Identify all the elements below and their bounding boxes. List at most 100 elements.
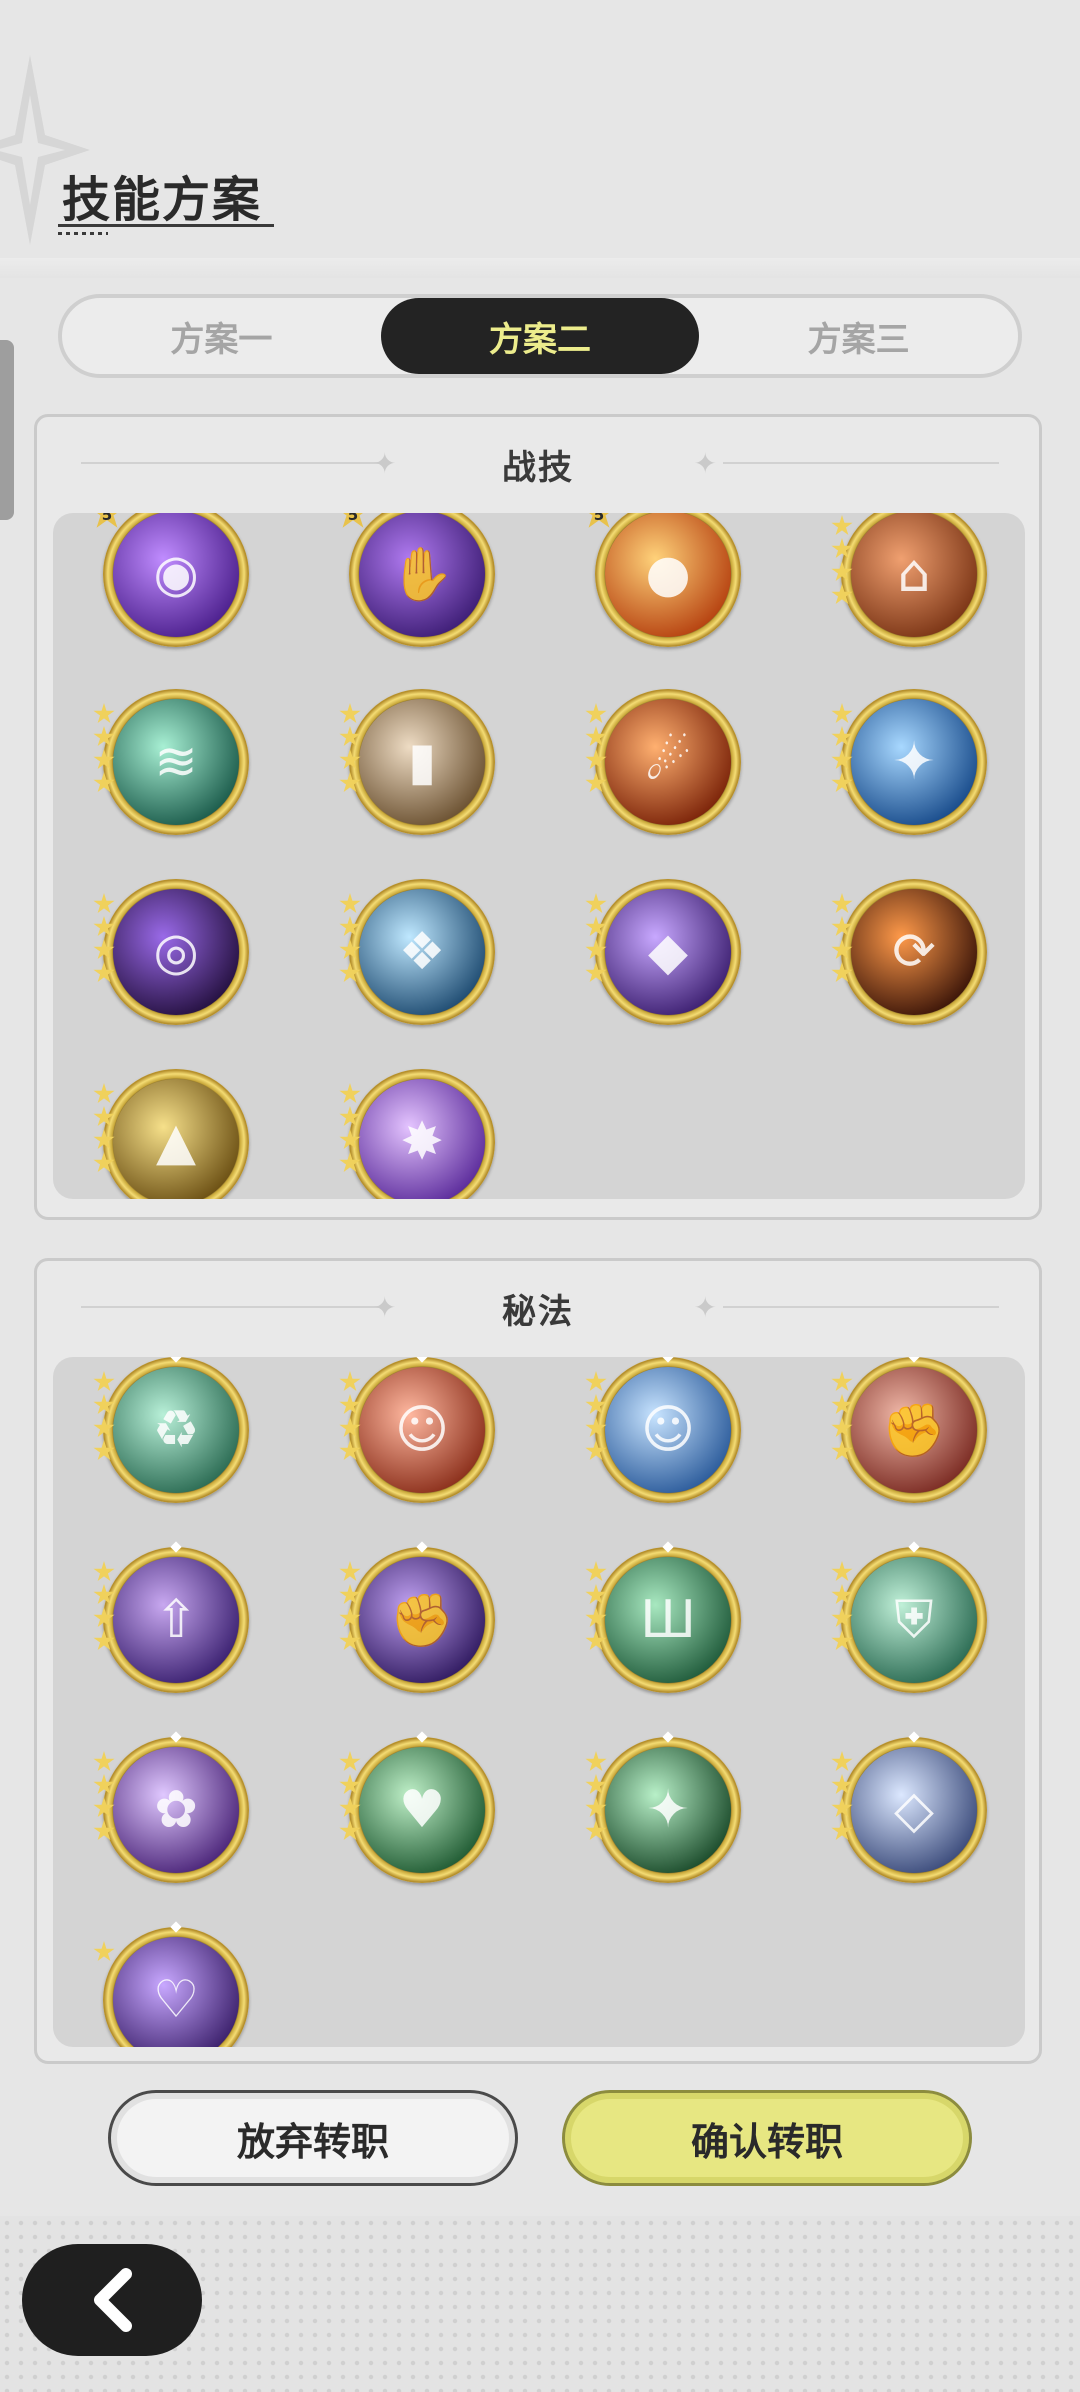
golden-pyramid-skill-icon[interactable]: ▲	[93, 1069, 249, 1199]
crystal-armor-arcane-icon[interactable]: ◇	[831, 1731, 987, 1883]
star-icon	[831, 1440, 853, 1461]
star-icon	[585, 1561, 607, 1582]
star-rating	[339, 1751, 367, 1843]
water-spirit-arcane-icon[interactable]: ☺	[585, 1357, 741, 1503]
star-icon	[339, 1561, 361, 1582]
star-icon	[831, 1417, 853, 1438]
star-icon	[585, 1394, 607, 1415]
header-divider	[0, 258, 1080, 278]
meteor-fire-skill-icon[interactable]: ☄	[585, 689, 741, 835]
skill-glyph: ●	[645, 544, 691, 604]
green-shield-arcane-icon[interactable]: ⛨	[831, 1541, 987, 1693]
card-throw-skill-icon[interactable]: ▮	[339, 689, 495, 835]
action-bar: 放弃转职 确认转职	[0, 2090, 1080, 2190]
star-rating	[831, 515, 859, 607]
recycle-aura-arcane-icon[interactable]: ♻	[93, 1357, 249, 1503]
ice-crystal-skill-icon[interactable]: ❖	[339, 879, 495, 1025]
skill-art: ☺	[605, 1367, 731, 1493]
star-icon	[339, 1630, 361, 1651]
header-line-right	[723, 462, 999, 464]
heart-spirit-arcane-icon[interactable]: ♡	[93, 1921, 249, 2047]
combat-skill-grid: ◉ 5 ✋ 5 ● 5 ⌂ ≋ ▮ ☄ ✦ ◎ ❖ ◆ ⟳ ▲ ✸	[53, 513, 1025, 1199]
sparkle-heal-arcane-icon[interactable]: ✦	[585, 1731, 741, 1883]
rock-fist-arcane-icon[interactable]: ✊	[831, 1357, 987, 1503]
skill-glyph: ☺	[394, 1400, 450, 1460]
star-icon	[585, 703, 607, 724]
skill-art: ⇧	[113, 1557, 239, 1683]
back-button[interactable]	[22, 2244, 202, 2356]
gear-soul-arcane-icon[interactable]: ✿	[93, 1731, 249, 1883]
strength-arm-arcane-icon[interactable]: ✊	[339, 1541, 495, 1693]
star-icon	[93, 893, 115, 914]
wind-slash-skill-icon[interactable]: ≋	[93, 689, 249, 835]
flame-tower-skill-icon[interactable]: ⌂	[831, 513, 987, 647]
star-rating	[831, 893, 859, 985]
star-icon	[93, 1394, 115, 1415]
star-icon	[339, 703, 361, 724]
star-icon	[585, 916, 607, 937]
tab-plan-2[interactable]: 方案二	[380, 298, 700, 374]
star-icon	[339, 749, 361, 770]
side-drawer-handle[interactable]	[0, 340, 14, 520]
star-icon	[831, 1820, 853, 1841]
eye-vortex-skill-icon[interactable]: ◉ 5	[89, 513, 249, 647]
skill-art: ☄	[605, 699, 731, 825]
star-icon	[339, 1083, 361, 1104]
skill-glyph: ✦	[892, 732, 936, 792]
skill-glyph: ⌂	[897, 544, 931, 604]
tab-plan-3[interactable]: 方案三	[699, 298, 1018, 374]
power-up-arcane-icon[interactable]: ⇧	[93, 1541, 249, 1693]
heart-heal-arcane-icon[interactable]: ♥	[339, 1731, 495, 1883]
skill-art: ◇	[851, 1747, 977, 1873]
confirm-class-change-button[interactable]: 确认转职	[562, 2090, 972, 2186]
title-dots	[58, 232, 108, 235]
star-icon	[831, 561, 853, 582]
star-icon	[831, 726, 853, 747]
star-icon	[339, 1820, 361, 1841]
violet-burst-skill-icon[interactable]: ✸	[339, 1069, 495, 1199]
star-icon	[93, 1751, 115, 1772]
star-icon	[93, 1607, 115, 1628]
fire-swirl-skill-icon[interactable]: ⟳	[831, 879, 987, 1025]
star-icon	[585, 1417, 607, 1438]
star-icon	[93, 749, 115, 770]
skill-art: ✸	[359, 1079, 485, 1199]
shield-crest-skill-icon[interactable]: ◆	[585, 879, 741, 1025]
header-line-right	[723, 1306, 999, 1308]
star-icon	[585, 939, 607, 960]
tab-plan-1[interactable]: 方案一	[62, 298, 381, 374]
skill-glyph: ✊	[389, 1590, 455, 1651]
ice-guardian-skill-icon[interactable]: ✦	[831, 689, 987, 835]
void-portal-skill-icon[interactable]: ◎	[93, 879, 249, 1025]
fire-orb-skill-icon[interactable]: ● 5	[581, 513, 741, 647]
skill-glyph: ▲	[156, 1112, 196, 1172]
star-icon	[339, 1751, 361, 1772]
abandon-class-change-button[interactable]: 放弃转职	[108, 2090, 518, 2186]
star-rating	[93, 1561, 121, 1653]
skill-glyph: ◆	[648, 922, 688, 982]
star-rating	[585, 1751, 613, 1843]
star-rating	[831, 1371, 859, 1463]
star-icon	[93, 1774, 115, 1795]
nature-pillar-arcane-icon[interactable]: Ш	[585, 1541, 741, 1693]
skill-art: ✋	[359, 513, 485, 637]
skill-art: ◆	[605, 889, 731, 1015]
skill-glyph: ☺	[640, 1400, 696, 1460]
fire-monk-arcane-icon[interactable]: ☺	[339, 1357, 495, 1503]
star-icon	[93, 939, 115, 960]
star-icon	[831, 584, 853, 605]
skill-art: ✿	[113, 1747, 239, 1873]
star-icon	[93, 1083, 115, 1104]
rising-hand-skill-icon[interactable]: ✋ 5	[335, 513, 495, 647]
arcane-skill-grid: ♻ ☺ ☺ ✊ ⇧ ✊ Ш ⛨ ✿ ♥ ✦ ◇ ♡	[53, 1357, 1025, 2047]
skill-glyph: Ш	[640, 1590, 696, 1650]
star-icon	[339, 726, 361, 747]
skill-art: ✦	[851, 699, 977, 825]
skill-glyph: ✋	[389, 544, 455, 605]
star-icon	[339, 1152, 361, 1173]
skill-art: ☺	[359, 1367, 485, 1493]
skill-art: ♥	[359, 1747, 485, 1873]
star-icon	[339, 1394, 361, 1415]
star-icon	[339, 1774, 361, 1795]
skill-art: ♻	[113, 1367, 239, 1493]
